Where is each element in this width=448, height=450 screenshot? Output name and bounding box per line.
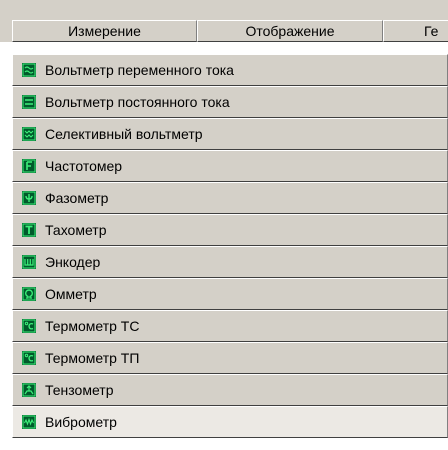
instrument-item-tachometer[interactable]: Тахометр [12, 214, 448, 246]
vibrometer-icon [22, 415, 36, 429]
dc-voltmeter-icon [22, 95, 36, 109]
instrument-item-phase-meter[interactable]: Фазометр [12, 182, 448, 214]
instrument-list: Вольтметр переменного тока Вольтметр пос… [12, 54, 448, 450]
instrument-label: Тахометр [45, 222, 107, 238]
selective-voltmeter-icon [22, 127, 36, 141]
ohmmeter-icon [22, 287, 36, 301]
tachometer-icon [22, 223, 36, 237]
instrument-item-thermometer-ts[interactable]: Термометр ТС [12, 310, 448, 342]
instrument-label: Вольтметр переменного тока [45, 62, 234, 78]
strain-gauge-icon [22, 383, 36, 397]
instrument-window: Измерение Отображение Ге Вольтметр перем… [0, 0, 448, 450]
instrument-item-frequency-meter[interactable]: Частотомер [12, 150, 448, 182]
tab-bar: Измерение Отображение Ге [0, 0, 448, 42]
encoder-icon [22, 255, 36, 269]
instrument-label: Тензометр [45, 382, 114, 398]
instrument-label: Виброметр [45, 414, 117, 430]
tab-measurement[interactable]: Измерение [12, 20, 197, 42]
instrument-label: Частотомер [45, 158, 123, 174]
thermometer-ts-icon [22, 319, 36, 333]
instrument-item-strain-gauge[interactable]: Тензометр [12, 374, 448, 406]
instrument-item-vibrometer[interactable]: Виброметр [12, 406, 448, 438]
instrument-label: Омметр [45, 286, 97, 302]
frequency-meter-icon [22, 159, 36, 173]
instrument-item-ohmmeter[interactable]: Омметр [12, 278, 448, 310]
instrument-label: Энкодер [45, 254, 101, 270]
instrument-item-dc-voltmeter[interactable]: Вольтметр постоянного тока [12, 86, 448, 118]
instrument-label: Селективный вольтметр [45, 126, 203, 142]
tab-display[interactable]: Отображение [197, 20, 383, 42]
instrument-label: Термометр ТП [45, 350, 140, 366]
instrument-label: Фазометр [45, 190, 109, 206]
ac-voltmeter-icon [22, 63, 36, 77]
thermometer-tp-icon [22, 351, 36, 365]
instrument-label: Термометр ТС [45, 318, 140, 334]
instrument-item-thermometer-tp[interactable]: Термометр ТП [12, 342, 448, 374]
instrument-item-encoder[interactable]: Энкодер [12, 246, 448, 278]
instrument-label: Вольтметр постоянного тока [45, 94, 230, 110]
instrument-item-selective-voltmeter[interactable]: Селективный вольтметр [12, 118, 448, 150]
tab-generator[interactable]: Ге [383, 20, 448, 42]
instrument-item-ac-voltmeter[interactable]: Вольтметр переменного тока [12, 54, 448, 86]
phase-meter-icon [22, 191, 36, 205]
